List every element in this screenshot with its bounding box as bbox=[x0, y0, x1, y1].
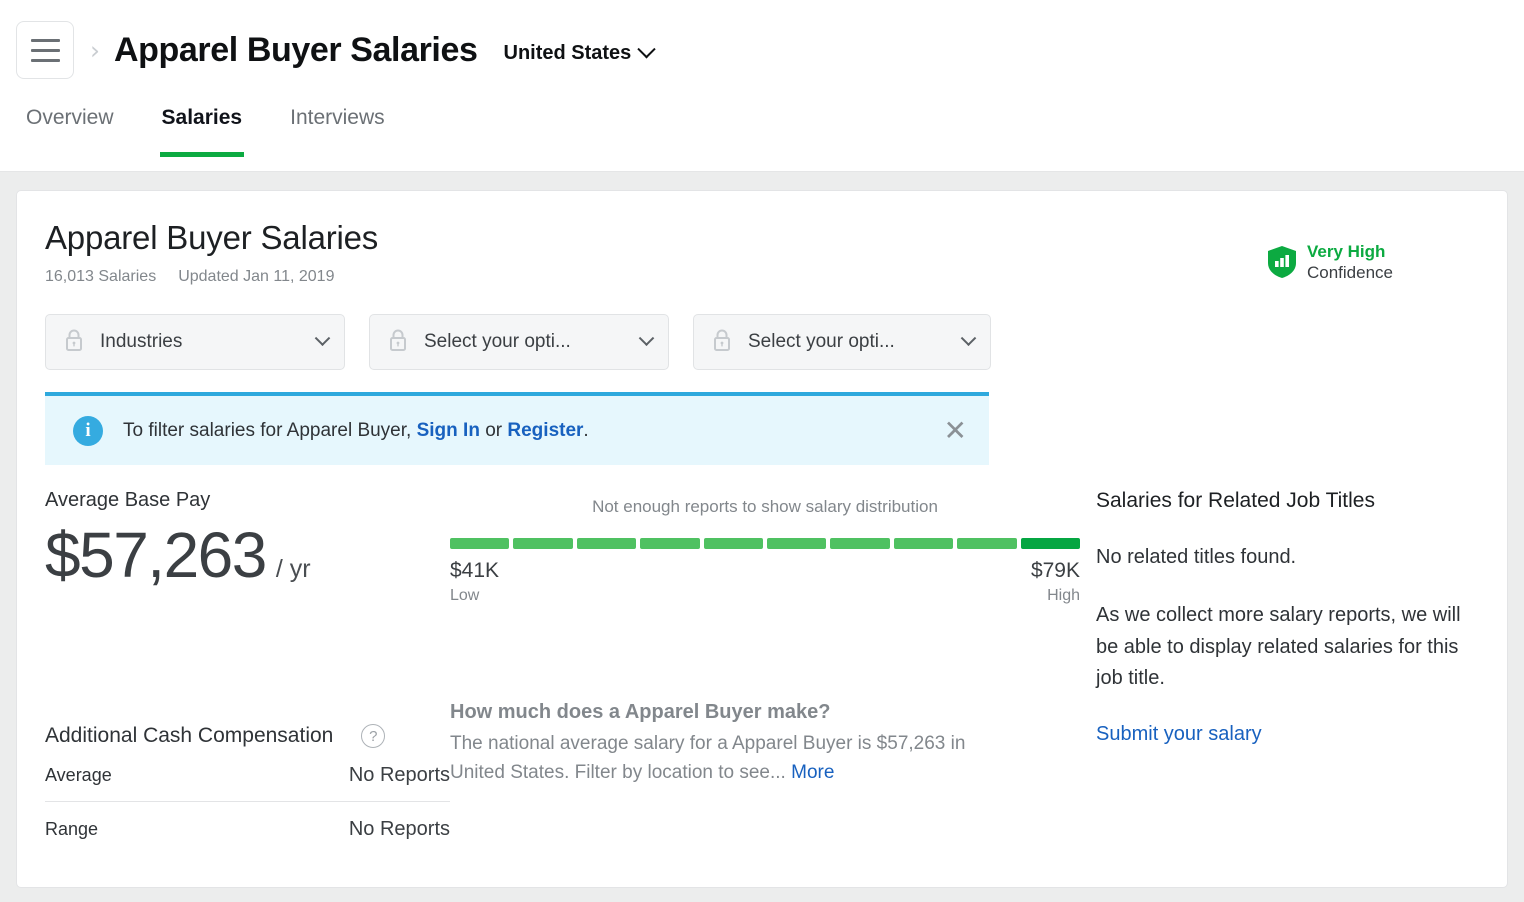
distribution-segment bbox=[767, 538, 827, 549]
banner-text-or: or bbox=[485, 419, 503, 441]
distribution-segment bbox=[703, 538, 764, 549]
breadcrumb-separator-icon: › bbox=[90, 35, 100, 65]
card-title: Apparel Buyer Salaries bbox=[45, 219, 379, 256]
average-pay-period: / yr bbox=[275, 555, 311, 583]
table-row: Average No Reports bbox=[45, 748, 450, 802]
sign-in-link[interactable]: Sign In bbox=[417, 420, 480, 441]
high-label: High bbox=[1047, 587, 1080, 604]
related-titles-heading: Salaries for Related Job Titles bbox=[1096, 489, 1375, 512]
filter-industries[interactable]: Industries bbox=[45, 314, 345, 370]
chevron-down-icon bbox=[637, 39, 657, 58]
table-row: Range No Reports bbox=[45, 802, 450, 855]
related-titles-empty: No related titles found. bbox=[1096, 546, 1297, 568]
low-value: $41K bbox=[450, 559, 500, 582]
tab-interviews[interactable]: Interviews bbox=[288, 100, 387, 171]
distribution-note: Not enough reports to show salary distri… bbox=[592, 497, 938, 516]
average-base-pay-amount: $57,263 / yr bbox=[45, 518, 450, 592]
how-much-question: How much does a Apparel Buyer make? bbox=[450, 701, 831, 723]
average-pay-column: Average Base Pay $57,263 / yr Additional… bbox=[45, 489, 450, 855]
how-much-section: How much does a Apparel Buyer make? The … bbox=[450, 701, 1080, 788]
additional-cash-header: Additional Cash Compensation ? bbox=[45, 724, 450, 748]
question-mark-icon[interactable]: ? bbox=[361, 724, 386, 748]
average-pay-value: $57,263 bbox=[45, 519, 267, 591]
hamburger-menu-button[interactable] bbox=[16, 21, 74, 79]
signin-banner: i To filter salaries for Apparel Buyer, … bbox=[45, 392, 989, 465]
locale-label: United States bbox=[503, 41, 632, 64]
distribution-segment bbox=[1020, 538, 1081, 549]
distribution-axis-labels: $41K Low $79K High bbox=[450, 559, 1080, 605]
lock-icon bbox=[712, 328, 732, 357]
chevron-down-icon bbox=[314, 329, 331, 346]
lock-icon bbox=[64, 328, 84, 357]
distribution-segment bbox=[576, 538, 637, 549]
distribution-segment bbox=[640, 538, 700, 549]
average-base-pay-label: Average Base Pay bbox=[45, 489, 211, 511]
card-header: Apparel Buyer Salaries 16,013 Salaries U… bbox=[45, 219, 1479, 286]
hamburger-icon-line bbox=[30, 48, 60, 52]
banner-message: To filter salaries for Apparel Buyer, Si… bbox=[123, 420, 944, 442]
distribution-segment bbox=[830, 538, 890, 549]
hamburger-icon-line bbox=[30, 38, 60, 42]
distribution-high: $79K High bbox=[1031, 559, 1080, 605]
filter-label: Select your opti... bbox=[424, 331, 571, 352]
distribution-column: Not enough reports to show salary distri… bbox=[450, 489, 1081, 855]
banner-text-end: . bbox=[583, 419, 589, 441]
register-link[interactable]: Register bbox=[507, 420, 583, 441]
confidence-text: Very High Confidence bbox=[1307, 241, 1393, 284]
distribution-segment bbox=[450, 538, 510, 549]
how-much-text: The national average salary for a Appare… bbox=[450, 733, 966, 783]
distribution-segment bbox=[957, 538, 1017, 549]
high-value: $79K bbox=[1030, 559, 1080, 582]
salary-count: 16,013 Salaries bbox=[45, 268, 157, 285]
row-label: Average bbox=[45, 765, 112, 785]
low-label: Low bbox=[450, 587, 480, 604]
filter-label: Select your opti... bbox=[748, 331, 895, 352]
chevron-down-icon bbox=[960, 329, 977, 346]
page-title: Apparel Buyer Salaries bbox=[114, 30, 478, 69]
banner-text-before: To filter salaries for Apparel Buyer, bbox=[123, 419, 412, 441]
row-value: No Reports bbox=[348, 818, 450, 840]
top-bar: › Apparel Buyer Salaries United States bbox=[0, 0, 1524, 100]
salary-distribution-chart bbox=[450, 538, 1081, 549]
related-titles-copy: As we collect more salary reports, we wi… bbox=[1096, 604, 1461, 690]
more-link[interactable]: More bbox=[791, 762, 834, 783]
close-icon[interactable]: ✕ bbox=[944, 416, 967, 445]
tab-overview[interactable]: Overview bbox=[24, 100, 116, 171]
additional-cash-title: Additional Cash Compensation bbox=[45, 724, 334, 747]
salaries-card: Apparel Buyer Salaries 16,013 Salaries U… bbox=[16, 190, 1508, 888]
card-subtitle: 16,013 Salaries Updated Jan 11, 2019 bbox=[45, 268, 1479, 286]
filter-row: Industries Select your opti... Select yo… bbox=[45, 314, 1479, 370]
info-icon: i bbox=[73, 415, 103, 446]
how-much-answer: The national average salary for a Appare… bbox=[450, 730, 998, 788]
filter-label: Industries bbox=[100, 331, 183, 352]
distribution-low: $41K Low bbox=[450, 559, 499, 605]
submit-your-salary-link[interactable]: Submit your salary bbox=[1096, 723, 1262, 746]
distribution-segment bbox=[893, 538, 954, 549]
tab-salaries[interactable]: Salaries bbox=[159, 100, 245, 171]
row-value: No Reports bbox=[348, 764, 450, 786]
additional-cash-compensation: Additional Cash Compensation ? Average N… bbox=[45, 724, 450, 855]
updated-date: Updated Jan 11, 2019 bbox=[178, 268, 335, 285]
row-label: Range bbox=[45, 819, 99, 839]
confidence-level: Very High bbox=[1306, 242, 1386, 261]
filter-option-2[interactable]: Select your opti... bbox=[369, 314, 669, 370]
related-titles-column: Salaries for Related Job Titles No relat… bbox=[1080, 489, 1479, 855]
hamburger-icon-line bbox=[30, 58, 60, 62]
confidence-badge: Very High Confidence bbox=[1267, 241, 1393, 284]
confidence-label: Confidence bbox=[1306, 263, 1393, 283]
card-body: Average Base Pay $57,263 / yr Additional… bbox=[45, 489, 1479, 855]
lock-icon bbox=[388, 328, 408, 357]
filter-option-3[interactable]: Select your opti... bbox=[693, 314, 991, 370]
distribution-segment bbox=[513, 538, 573, 549]
shield-bar-chart-icon bbox=[1267, 246, 1296, 279]
chevron-down-icon bbox=[638, 329, 655, 346]
tab-bar: Overview Salaries Interviews bbox=[0, 100, 1524, 172]
locale-dropdown[interactable]: United States bbox=[503, 36, 657, 65]
